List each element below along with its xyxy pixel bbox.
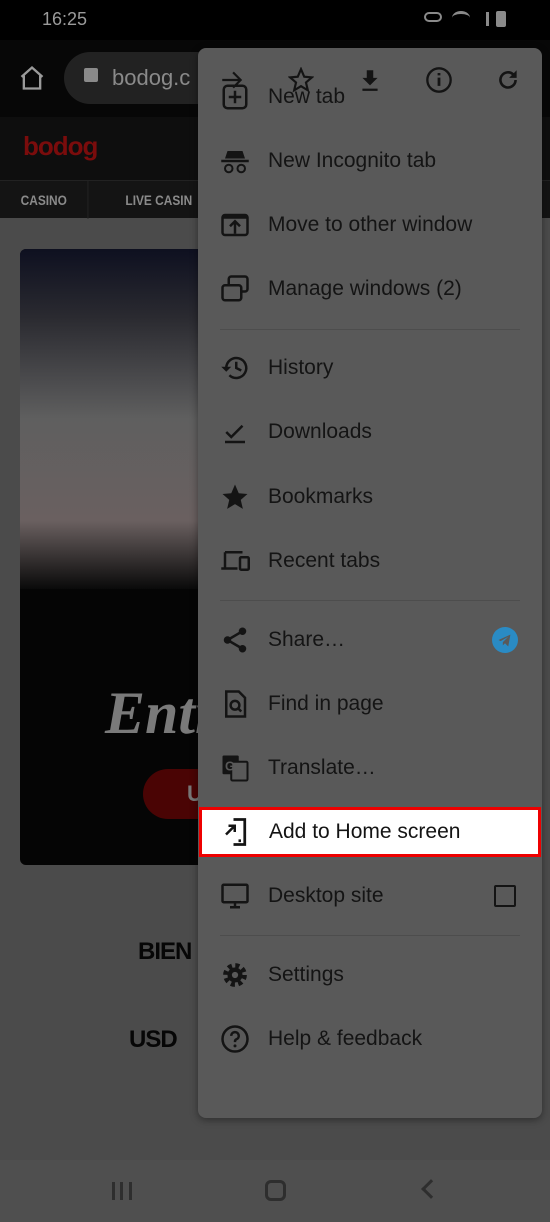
add-to-home-icon (220, 816, 252, 848)
bookmarks-icon (219, 481, 251, 513)
menu-item-label: Settings (268, 963, 344, 986)
banner-image (20, 249, 220, 589)
battery-icon (496, 11, 506, 27)
home-icon[interactable] (18, 64, 46, 92)
menu-item-downloads[interactable]: Downloads (198, 404, 542, 460)
menu-item-label: New tab (268, 85, 346, 108)
browser-menu: New tab New Incognito tab Move to other … (198, 48, 542, 1118)
menu-item-label: Bookmarks (268, 485, 374, 508)
wifi-icon (452, 11, 470, 25)
site-logo[interactable]: bodog (23, 131, 98, 162)
menu-item-share[interactable]: Share… (198, 612, 542, 668)
manage-windows-icon (219, 273, 251, 305)
share-icon (219, 624, 251, 656)
menu-item-incognito[interactable]: New Incognito tab (198, 133, 542, 189)
history-icon (219, 352, 251, 384)
menu-item-translate[interactable]: G Translate… (198, 740, 542, 796)
svg-text:G: G (225, 760, 235, 774)
menu-item-find-in-page[interactable]: Find in page (198, 676, 542, 732)
find-in-page-icon (219, 688, 251, 720)
menu-item-manage-windows[interactable]: Manage windows (2) (198, 261, 542, 317)
home-button-icon[interactable] (265, 1180, 286, 1201)
menu-item-bookmarks[interactable]: Bookmarks (198, 469, 542, 525)
downloads-icon (219, 416, 251, 448)
url-text: bodog.c (112, 65, 191, 90)
menu-item-label: Add to Home screen (269, 820, 461, 843)
clock: 16:25 (42, 9, 88, 29)
menu-item-label: Manage windows (2) (268, 277, 462, 300)
desktop-site-checkbox[interactable] (494, 885, 516, 907)
currency-text: USD (129, 1026, 178, 1053)
menu-divider (220, 600, 520, 601)
recents-icon[interactable] (112, 1182, 132, 1200)
welcome-text: BIEN (138, 938, 192, 965)
incognito-icon (219, 145, 251, 177)
menu-item-label: Share… (268, 628, 346, 651)
menu-item-new-tab[interactable]: New tab (198, 69, 542, 125)
menu-item-help[interactable]: Help & feedback (198, 1011, 542, 1067)
menu-item-label: Downloads (268, 420, 372, 443)
menu-item-desktop[interactable]: Desktop site (198, 868, 542, 924)
settings-icon (219, 959, 251, 991)
menu-item-label: Move to other window (268, 213, 473, 236)
vpn-key-icon (424, 12, 442, 22)
menu-divider (220, 329, 520, 330)
menu-item-move-window[interactable]: Move to other window (198, 197, 542, 253)
promo-banner[interactable]: Entr U (20, 249, 220, 865)
menu-item-label: History (268, 356, 334, 379)
telegram-icon[interactable] (492, 627, 518, 653)
menu-item-history[interactable]: History (198, 340, 542, 396)
menu-item-recent-tabs[interactable]: Recent tabs (198, 533, 542, 589)
menu-item-settings[interactable]: Settings (198, 947, 542, 1003)
menu-item-add-to-home[interactable]: Add to Home screen (199, 807, 541, 857)
nav-casino[interactable]: CASINO (0, 181, 89, 219)
menu-item-label: Translate… (268, 756, 376, 779)
menu-item-label: New Incognito tab (268, 149, 437, 172)
status-bar: 16:25 (0, 0, 550, 40)
menu-item-label: Recent tabs (268, 549, 381, 572)
desktop-icon (219, 880, 251, 912)
move-window-icon (219, 209, 251, 241)
recent-tabs-icon (219, 545, 251, 577)
lock-icon (84, 68, 98, 82)
system-nav-bar (0, 1160, 550, 1222)
menu-divider (220, 935, 520, 936)
signal-icon (475, 12, 489, 26)
help-icon (219, 1023, 251, 1055)
menu-item-label: Help & feedback (268, 1027, 423, 1050)
new-tab-icon (219, 81, 251, 113)
translate-icon: G (219, 752, 251, 784)
menu-item-label: Desktop site (268, 884, 384, 907)
back-icon[interactable] (421, 1179, 441, 1199)
menu-item-label: Find in page (268, 692, 384, 715)
